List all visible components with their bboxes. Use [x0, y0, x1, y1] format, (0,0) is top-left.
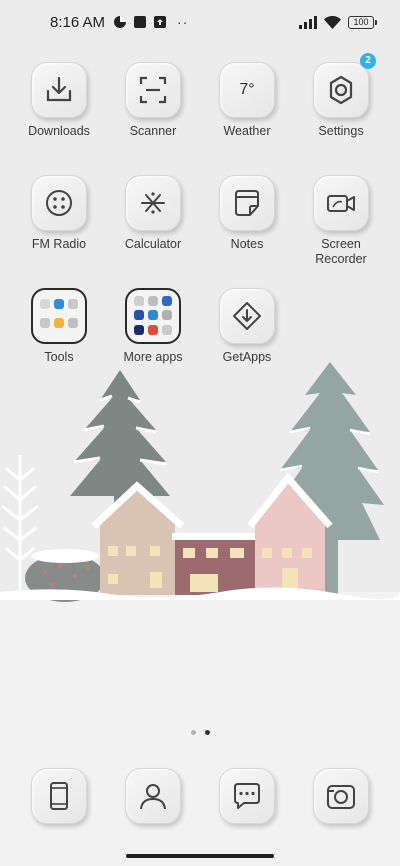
- app-label: Weather: [223, 124, 271, 138]
- more-notifications-icon: ··: [177, 14, 189, 30]
- app-screen-recorder[interactable]: Screen Recorder: [294, 175, 388, 267]
- page-dot-active[interactable]: [204, 730, 210, 735]
- wifi-icon: [324, 15, 341, 29]
- page-indicator[interactable]: [0, 730, 400, 735]
- app-label: Settings: [318, 124, 364, 138]
- app-label: Downloads: [28, 124, 90, 138]
- app-settings[interactable]: 2 Settings: [294, 53, 388, 139]
- app-label: FM Radio: [31, 237, 87, 251]
- dock-phone[interactable]: [31, 768, 87, 824]
- upload-notification-icon: [154, 16, 167, 28]
- camera-icon[interactable]: [313, 768, 369, 824]
- status-bar: 8:16 AM ·· 100: [0, 0, 400, 44]
- app-scanner[interactable]: Scanner: [106, 62, 200, 139]
- calculator-icon[interactable]: [125, 175, 181, 231]
- app-folder-more-apps[interactable]: More apps: [106, 288, 200, 365]
- square-notification-icon: [134, 16, 147, 28]
- dock-camera[interactable]: [313, 768, 369, 824]
- gear-icon[interactable]: 2: [313, 53, 376, 118]
- radio-icon[interactable]: [31, 175, 87, 231]
- status-right: 100: [299, 15, 377, 29]
- app-label: Screen Recorder: [315, 237, 367, 266]
- app-label: More apps: [123, 350, 183, 364]
- app-label: Tools: [44, 350, 74, 364]
- messages-icon[interactable]: [219, 768, 275, 824]
- app-label: Scanner: [129, 124, 177, 138]
- app-fm-radio[interactable]: FM Radio: [12, 175, 106, 252]
- status-left: 8:16 AM ··: [50, 14, 188, 31]
- app-notes[interactable]: Notes: [200, 175, 294, 252]
- page-dot[interactable]: [190, 730, 196, 735]
- phone-tablet-icon[interactable]: [31, 768, 87, 824]
- scanner-icon[interactable]: [125, 62, 181, 118]
- notes-icon[interactable]: [219, 175, 275, 231]
- app-downloads[interactable]: Downloads: [12, 62, 106, 139]
- data-saver-icon: [114, 16, 127, 28]
- video-camera-icon[interactable]: [313, 175, 369, 231]
- weather-temperature: 7°: [239, 81, 255, 98]
- home-indicator[interactable]: [126, 854, 274, 858]
- signal-icon: [299, 15, 317, 29]
- getapps-icon[interactable]: [219, 288, 275, 344]
- notification-badge: 2: [360, 53, 376, 69]
- app-label: GetApps: [222, 350, 272, 364]
- app-label: Notes: [230, 237, 264, 251]
- dock-messages[interactable]: [219, 768, 275, 824]
- weather-icon[interactable]: 7°: [219, 62, 275, 118]
- folder-icon[interactable]: [125, 288, 181, 344]
- download-icon[interactable]: [31, 62, 87, 118]
- app-calculator[interactable]: Calculator: [106, 175, 200, 252]
- clock: 8:16 AM: [50, 13, 106, 31]
- contacts-icon[interactable]: [125, 768, 181, 824]
- battery-indicator: 100: [348, 15, 377, 29]
- app-folder-tools[interactable]: Tools: [12, 288, 106, 365]
- folder-icon[interactable]: [31, 288, 87, 344]
- app-weather[interactable]: 7° Weather: [200, 62, 294, 139]
- app-label: Calculator: [124, 237, 182, 251]
- app-getapps[interactable]: GetApps: [200, 288, 294, 365]
- dock-contacts[interactable]: [125, 768, 181, 824]
